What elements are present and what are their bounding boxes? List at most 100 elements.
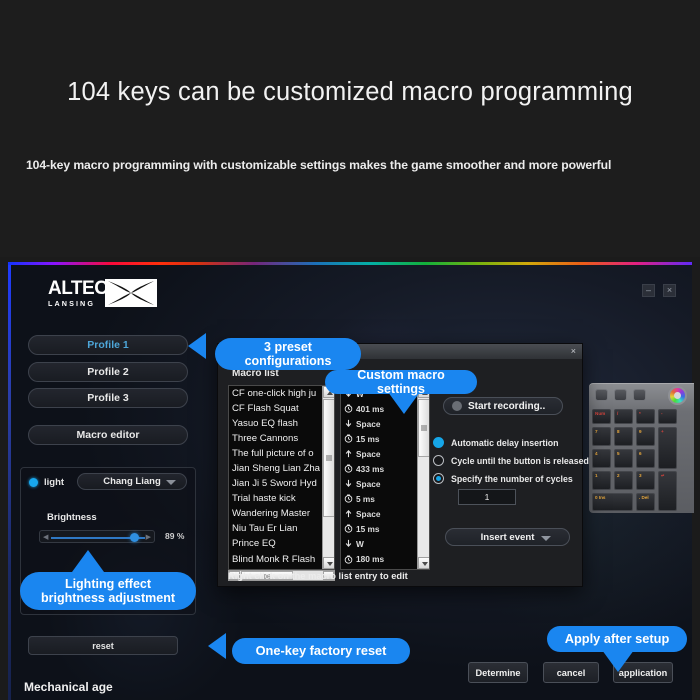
- macro-event-item[interactable]: Space: [341, 567, 417, 569]
- macro-event-item[interactable]: Space: [341, 446, 417, 461]
- key: 9: [636, 427, 655, 446]
- arrow-down-icon: [344, 419, 353, 428]
- macro-event-item[interactable]: Space: [341, 506, 417, 521]
- close-button[interactable]: ×: [663, 284, 676, 297]
- macro-event-item[interactable]: 433 ms: [341, 461, 417, 476]
- key: . Del: [636, 493, 655, 511]
- sidebar-item-profile-3[interactable]: Profile 3: [28, 388, 188, 408]
- macro-list[interactable]: CF one-click high ju CF Flash Squat Yasuo …: [228, 385, 335, 570]
- determine-button[interactable]: Determine: [468, 662, 528, 683]
- macro-list-items[interactable]: CF one-click high ju CF Flash Squat Yasuo …: [229, 386, 322, 569]
- profile-3-label: Profile 3: [87, 392, 129, 404]
- scroll-down-icon[interactable]: [323, 557, 334, 569]
- key: 5: [614, 449, 633, 468]
- keyboard-small-key: [595, 389, 608, 401]
- dialog-close-icon[interactable]: ×: [571, 346, 576, 356]
- macro-list-item[interactable]: Trial haste kick: [229, 491, 322, 506]
- keyboard-small-key: [633, 389, 646, 401]
- minimize-button[interactable]: –: [642, 284, 655, 297]
- callout-brightness-adjustment: Lighting effect brightness adjustment: [20, 572, 196, 610]
- radio-icon[interactable]: [433, 437, 444, 448]
- key: 8: [614, 427, 633, 446]
- macro-list-item[interactable]: Prince EQ: [229, 536, 322, 551]
- keyboard-image: Num / * - 7 8 9 + 4 5 6 1 2 3 ↵ 0 Ins . …: [589, 383, 694, 513]
- promo-header: 104 keys can be customized macro program…: [0, 0, 700, 257]
- lighting-mode-value: Chang Liang: [103, 476, 161, 487]
- key: 0 Ins: [592, 493, 633, 511]
- macro-event-item[interactable]: 180 ms: [341, 552, 417, 567]
- option-specify-cycles[interactable]: Specify the number of cycles: [433, 473, 573, 484]
- macro-list-scrollbar[interactable]: [322, 386, 334, 569]
- light-radio-icon[interactable]: [29, 478, 38, 487]
- macro-event-label: Space: [356, 418, 381, 429]
- macro-event-item[interactable]: 15 ms: [341, 521, 417, 536]
- macro-editor-button[interactable]: Macro editor: [28, 425, 188, 445]
- insert-event-label: Insert event: [480, 531, 535, 543]
- cancel-button[interactable]: cancel: [543, 662, 599, 683]
- macro-list-item[interactable]: Wandering Master: [229, 506, 322, 521]
- start-recording-button[interactable]: Start recording..: [443, 397, 563, 415]
- macro-list-item[interactable]: Yasuo EQ flash: [229, 416, 322, 431]
- radio-icon[interactable]: [433, 455, 444, 466]
- window-controls[interactable]: – ×: [642, 284, 676, 297]
- callout-arrow-profiles: [188, 333, 206, 359]
- macro-list-item[interactable]: CF one-click high ju: [229, 386, 322, 401]
- scrollbar-thumb[interactable]: [323, 399, 334, 517]
- callout-factory-reset: One-key factory reset: [232, 638, 410, 664]
- macro-list-item[interactable]: The full picture of o: [229, 446, 322, 461]
- cancel-label: cancel: [556, 667, 586, 678]
- callout-arrow-apply: [602, 650, 634, 672]
- macro-event-item[interactable]: Space: [341, 476, 417, 491]
- macro-list-item[interactable]: Jian Ji 5 Sword Hyd: [229, 476, 322, 491]
- macro-event-label: Space: [356, 448, 381, 459]
- macro-editor-label: Macro editor: [76, 429, 140, 441]
- option-cycle-until-release[interactable]: Cycle until the button is released: [433, 455, 589, 466]
- cycles-count-input[interactable]: 1: [458, 489, 516, 505]
- scroll-down-icon[interactable]: [418, 557, 429, 569]
- reset-button[interactable]: reset: [28, 636, 178, 655]
- arrow-up-icon: [344, 449, 353, 458]
- slider-thumb[interactable]: [130, 533, 139, 542]
- macro-list-item[interactable]: Blind Monk R Flash: [229, 552, 322, 567]
- macro-event-item[interactable]: Space: [341, 416, 417, 431]
- macro-event-item[interactable]: 15 ms: [341, 431, 417, 446]
- key: 7: [592, 427, 611, 446]
- sidebar-item-profile-2[interactable]: Profile 2: [28, 362, 188, 382]
- key: +: [658, 427, 677, 469]
- macro-event-label: 401 ms: [356, 403, 385, 414]
- slider-left-arrow-icon[interactable]: ◀: [43, 534, 48, 541]
- macro-event-item[interactable]: W: [341, 536, 417, 551]
- timer-icon: [344, 494, 353, 503]
- key: 1: [592, 471, 611, 490]
- light-toggle-row[interactable]: light: [29, 477, 64, 488]
- insert-event-button[interactable]: Insert event: [445, 528, 570, 546]
- callout-custom-macro-settings: Custom macro settings: [325, 368, 477, 396]
- key: Num: [592, 409, 611, 424]
- macro-list-item[interactable]: Jian Sheng Lian Zha: [229, 461, 322, 476]
- callout-line-1: 3 preset: [264, 340, 312, 354]
- sidebar-item-profile-1[interactable]: Profile 1: [28, 335, 188, 355]
- brightness-slider[interactable]: ◀ ▶: [39, 530, 155, 543]
- brightness-label: Brightness: [47, 512, 97, 523]
- timer-icon: [344, 524, 353, 534]
- profile-2-label: Profile 2: [87, 366, 129, 378]
- macro-event-label: Space: [356, 478, 381, 489]
- arrow-down-icon: [344, 479, 353, 488]
- timer-icon: [344, 434, 353, 443]
- macro-list-item[interactable]: Niu Tau Er Lian: [229, 521, 322, 536]
- arrow-up-icon: [344, 509, 353, 518]
- rgb-knob-icon: [668, 386, 687, 405]
- rgb-accent-strip: [8, 262, 692, 265]
- mechanical-age-label: Mechanical age: [24, 680, 113, 694]
- lighting-mode-select[interactable]: Chang Liang: [77, 473, 187, 490]
- radio-icon[interactable]: [433, 473, 444, 484]
- macro-list-item[interactable]: CF Flash Squat: [229, 401, 322, 416]
- callout-line-2: configurations: [244, 354, 332, 368]
- macro-edit-hint: Right click on the macro list entry to e…: [228, 571, 408, 581]
- macro-list-item[interactable]: Three Cannons: [229, 431, 322, 446]
- page-title: 104 keys can be customized macro program…: [67, 78, 633, 106]
- option-automatic-delay[interactable]: Automatic delay insertion: [433, 437, 559, 448]
- brand-logo: ALTEC LANSING: [48, 279, 158, 307]
- slider-right-arrow-icon[interactable]: ▶: [146, 534, 151, 541]
- macro-event-item[interactable]: 5 ms: [341, 491, 417, 506]
